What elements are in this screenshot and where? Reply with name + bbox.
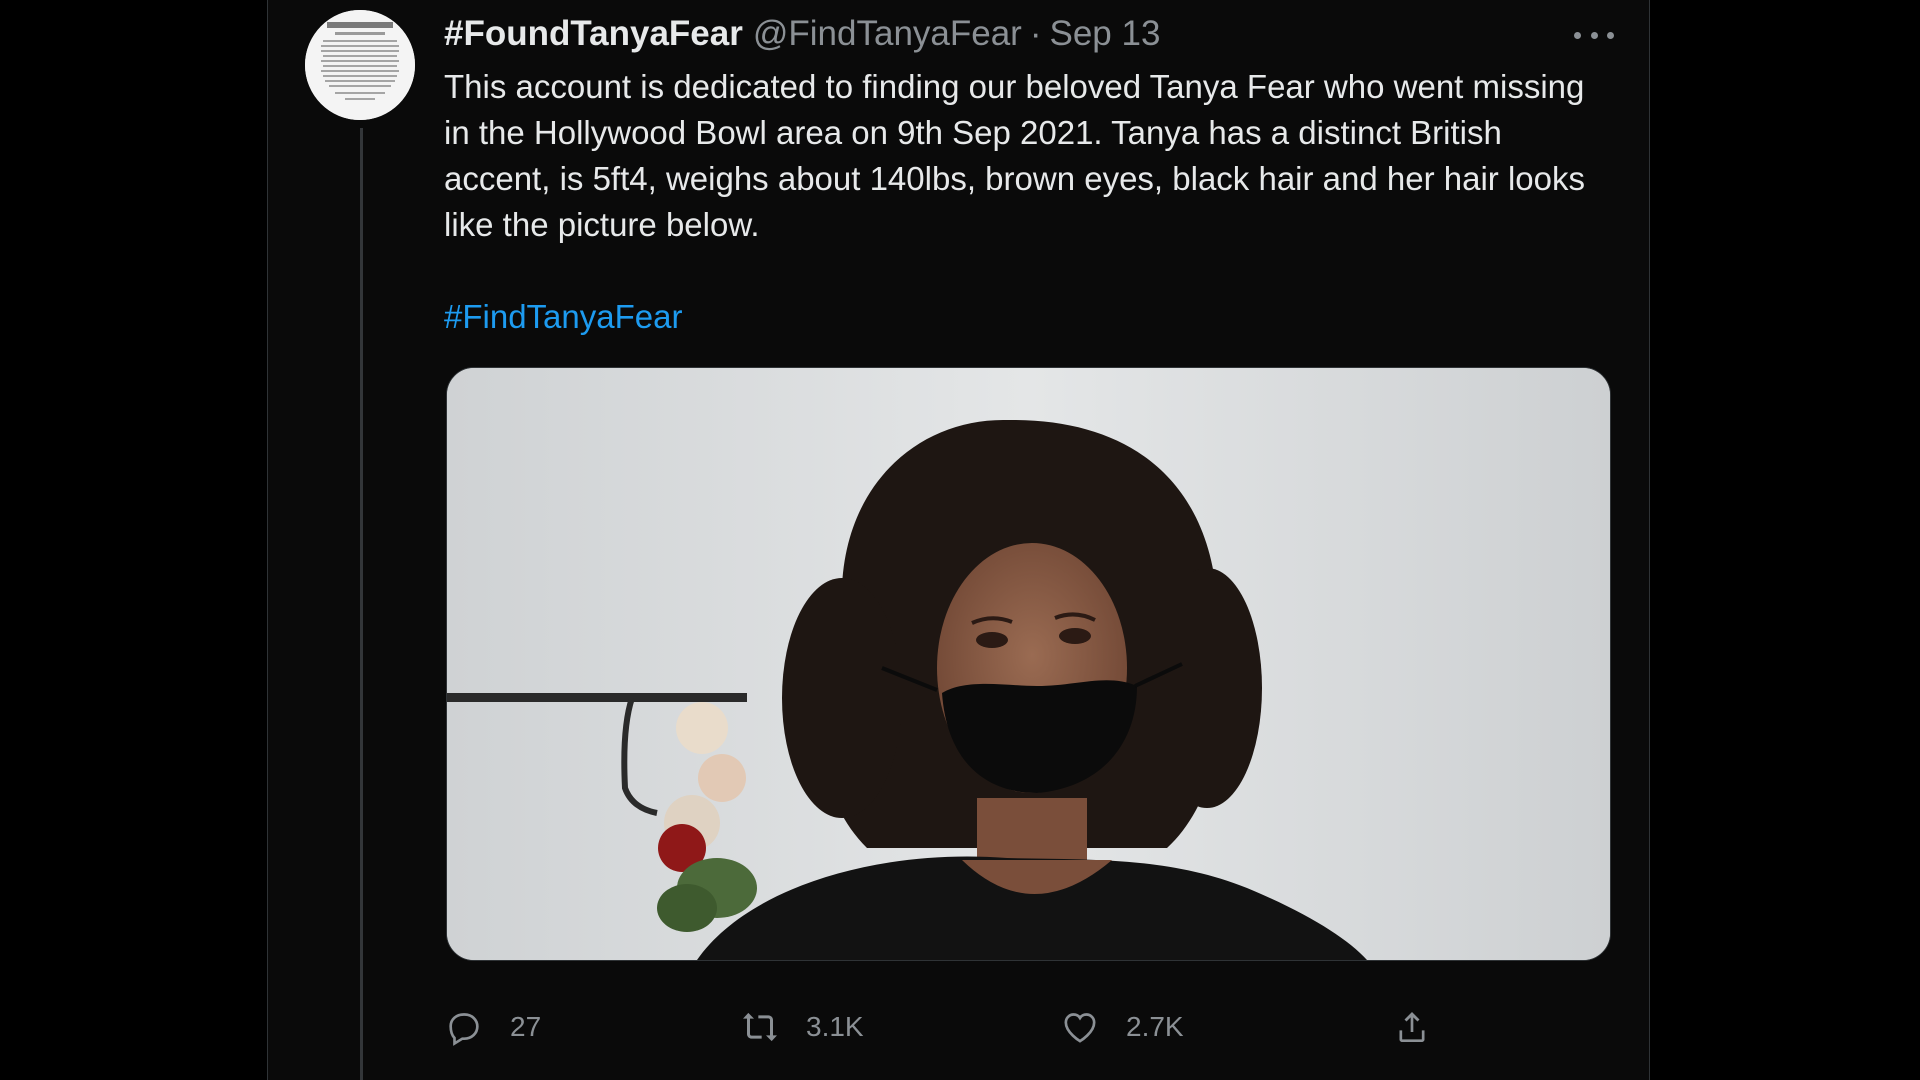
dot (1590, 31, 1598, 39)
retweet-count: 3.1K (806, 1011, 864, 1042)
reply-button[interactable]: 27 (444, 1007, 541, 1047)
heart-icon (1064, 1013, 1096, 1043)
share-icon (1399, 1012, 1425, 1042)
like-count: 2.7K (1126, 1011, 1184, 1042)
tweet-date[interactable]: Sep 13 (1050, 14, 1161, 54)
user-handle[interactable]: @FindTanyaFear (753, 14, 1022, 54)
avatar[interactable] (305, 10, 415, 120)
hashtag-line: #FindTanyaFear (444, 294, 1614, 340)
tweet-body: #FoundTanyaFear @FindTanyaFear · Sep 13 … (444, 12, 1614, 1046)
tweet-header: #FoundTanyaFear @FindTanyaFear · Sep 13 (444, 12, 1614, 56)
tweet-panel: #FoundTanyaFear @FindTanyaFear · Sep 13 … (267, 0, 1650, 1080)
tweet-actions: 27 3.1K 2.7K (444, 997, 1444, 1057)
dot (1574, 31, 1581, 39)
like-button[interactable]: 2.7K (1060, 1007, 1184, 1047)
retweet-button[interactable]: 3.1K (740, 1007, 864, 1047)
more-options-icon[interactable] (1574, 26, 1614, 44)
reply-count: 27 (510, 1011, 542, 1042)
tweet-photo[interactable] (446, 367, 1611, 961)
dot (1607, 31, 1614, 39)
retweet-icon (743, 1012, 777, 1042)
photo-image (447, 368, 1610, 960)
reply-icon (449, 1013, 479, 1046)
tweet-text: This account is dedicated to finding our… (444, 68, 1585, 243)
header-separator: · (1029, 14, 1042, 53)
avatar-image (305, 10, 415, 120)
thread-line (360, 128, 363, 1080)
display-name[interactable]: #FoundTanyaFear (444, 14, 743, 54)
hashtag-link[interactable]: #FindTanyaFear (444, 298, 682, 335)
screen: #FoundTanyaFear @FindTanyaFear · Sep 13 … (0, 0, 1920, 1080)
share-button[interactable] (1392, 1007, 1432, 1047)
